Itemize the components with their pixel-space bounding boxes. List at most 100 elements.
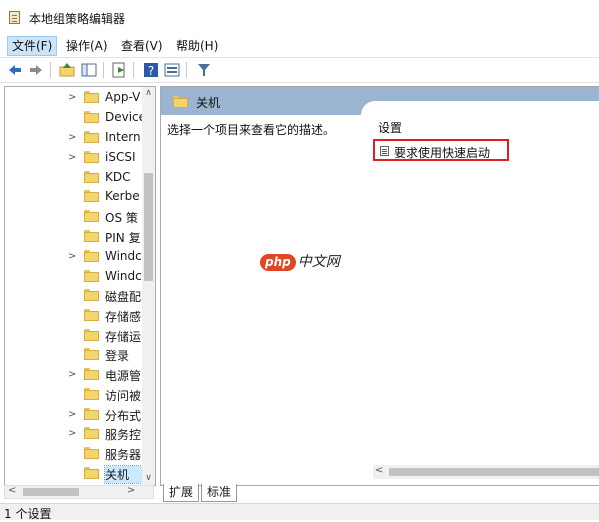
tree-item-selected[interactable]: 关机: [5, 464, 143, 484]
up-folder-icon[interactable]: [58, 61, 76, 79]
scroll-left-icon[interactable]: <: [375, 465, 383, 476]
settings-column-header[interactable]: 设置: [378, 119, 402, 136]
tree-item-label: 服务器: [105, 448, 142, 462]
tree-item[interactable]: OS 策: [5, 207, 142, 226]
folder-icon: [84, 467, 99, 479]
watermark-badge: php: [260, 254, 296, 271]
policy-setting-icon: [380, 146, 389, 156]
tree-item[interactable]: 磁盘配: [5, 286, 142, 305]
tree-item[interactable]: 服务器: [5, 444, 142, 463]
tree-item[interactable]: Kerbe: [5, 187, 142, 206]
watermark-text: 中文网: [297, 254, 340, 270]
tree-item[interactable]: > 电源管: [5, 365, 142, 384]
tab-standard[interactable]: 标准: [201, 484, 238, 502]
scrollbar-thumb[interactable]: [23, 488, 79, 496]
tree-item-label: 电源管: [105, 369, 142, 383]
details-horizontal-scrollbar[interactable]: <: [373, 465, 599, 479]
folder-icon: [84, 270, 99, 282]
tree-item-label: 磁盘配: [105, 290, 142, 304]
tree-item[interactable]: > iSCSI: [5, 148, 142, 167]
tree-item-label: Windc: [105, 249, 142, 263]
folder-icon: [84, 250, 99, 262]
tree-item-label: 关机: [104, 465, 143, 484]
view-tabs: 扩展 标准: [161, 484, 361, 502]
folder-icon: [84, 388, 99, 400]
tree-item[interactable]: Device: [5, 108, 142, 127]
tree-item-label: PIN 复: [105, 231, 141, 245]
setting-item-require-fast-startup[interactable]: 要求使用快速启动: [373, 139, 509, 161]
properties-view-icon[interactable]: [163, 61, 181, 79]
folder-icon: [84, 131, 99, 143]
chevron-right-icon[interactable]: >: [68, 409, 76, 420]
tab-extended[interactable]: 扩展: [163, 484, 200, 502]
tree-item[interactable]: PIN 复: [5, 227, 142, 246]
chevron-right-icon[interactable]: >: [68, 369, 76, 380]
chevron-right-icon[interactable]: >: [68, 152, 76, 163]
tree-vertical-scrollbar[interactable]: ∧ ∨: [142, 87, 155, 485]
status-text: 1 个设置: [4, 507, 52, 521]
tree-item[interactable]: 存储感: [5, 306, 142, 325]
menu-action[interactable]: 操作(A): [62, 37, 112, 55]
folder-icon: [84, 329, 99, 341]
scrollbar-thumb[interactable]: [389, 468, 599, 476]
tree-item[interactable]: 访问被: [5, 385, 142, 404]
chevron-right-icon[interactable]: >: [68, 92, 76, 103]
chevron-right-icon[interactable]: >: [68, 428, 76, 439]
scroll-down-icon[interactable]: ∨: [142, 472, 155, 485]
tree-item-label: Intern: [105, 130, 141, 144]
tree-item[interactable]: > Intern: [5, 128, 142, 147]
menu-help[interactable]: 帮助(H): [172, 37, 222, 55]
tree-item[interactable]: > 分布式: [5, 405, 142, 424]
menu-file[interactable]: 文件(F): [7, 36, 58, 56]
help-icon[interactable]: ?: [142, 61, 160, 79]
scroll-up-icon[interactable]: ∧: [142, 87, 155, 100]
toolbar-separator: [186, 62, 187, 78]
console-tree: > App-V Device > Intern > iSCSI KDC Kerbe O…: [4, 86, 156, 486]
status-bar: 1 个设置: [0, 503, 599, 521]
forward-icon[interactable]: [27, 61, 45, 79]
tree-item[interactable]: Windc: [5, 267, 142, 286]
chevron-right-icon[interactable]: >: [68, 251, 76, 262]
folder-icon: [84, 91, 99, 103]
title-bar: 本地组策略编辑器: [0, 0, 599, 34]
folder-icon: [173, 96, 188, 108]
tree-item[interactable]: 登录: [5, 345, 142, 364]
folder-icon: [84, 447, 99, 459]
folder-icon: [84, 368, 99, 380]
tree-item-label: Kerbe: [105, 189, 140, 203]
folder-icon: [84, 427, 99, 439]
tree-item[interactable]: > App-V: [5, 88, 142, 107]
tree-item-label: 访问被: [105, 389, 142, 403]
chevron-right-icon[interactable]: >: [68, 132, 76, 143]
toolbar-separator: [50, 62, 51, 78]
toolbar-separator: [103, 62, 104, 78]
filter-icon[interactable]: [195, 61, 213, 79]
tree-horizontal-scrollbar[interactable]: < >: [4, 485, 154, 499]
show-hide-tree-icon[interactable]: [80, 61, 98, 79]
scrollbar-thumb[interactable]: [144, 173, 153, 281]
watermark: php 中文网: [260, 251, 340, 271]
toolbar: ?: [0, 57, 599, 83]
scroll-left-icon[interactable]: <: [8, 485, 16, 496]
folder-icon: [84, 171, 99, 183]
tree-item[interactable]: 存储运: [5, 326, 142, 345]
details-folder-title: 关机: [196, 96, 221, 110]
menu-view[interactable]: 查看(V): [117, 37, 167, 55]
tree-item-label: 存储运: [105, 330, 142, 344]
tree-item-label: OS 策: [105, 211, 138, 225]
setting-label: 要求使用快速启动: [394, 146, 491, 160]
folder-icon: [84, 190, 99, 202]
menu-bar: 文件(F) 操作(A) 查看(V) 帮助(H): [0, 34, 599, 56]
tree-item[interactable]: KDC: [5, 168, 142, 187]
scroll-right-icon[interactable]: >: [127, 485, 135, 496]
export-list-icon[interactable]: [110, 61, 128, 79]
tree-item-label: 登录: [105, 349, 130, 363]
tree-item[interactable]: > Windc: [5, 247, 142, 266]
folder-icon: [84, 111, 99, 123]
tree-item-label: iSCSI: [105, 150, 136, 164]
tree-item-label: KDC: [105, 170, 131, 184]
tree-item[interactable]: > 服务控: [5, 424, 142, 443]
back-icon[interactable]: [6, 61, 24, 79]
policy-editor-icon: [9, 11, 20, 24]
tree-item-label: 分布式: [105, 409, 142, 423]
